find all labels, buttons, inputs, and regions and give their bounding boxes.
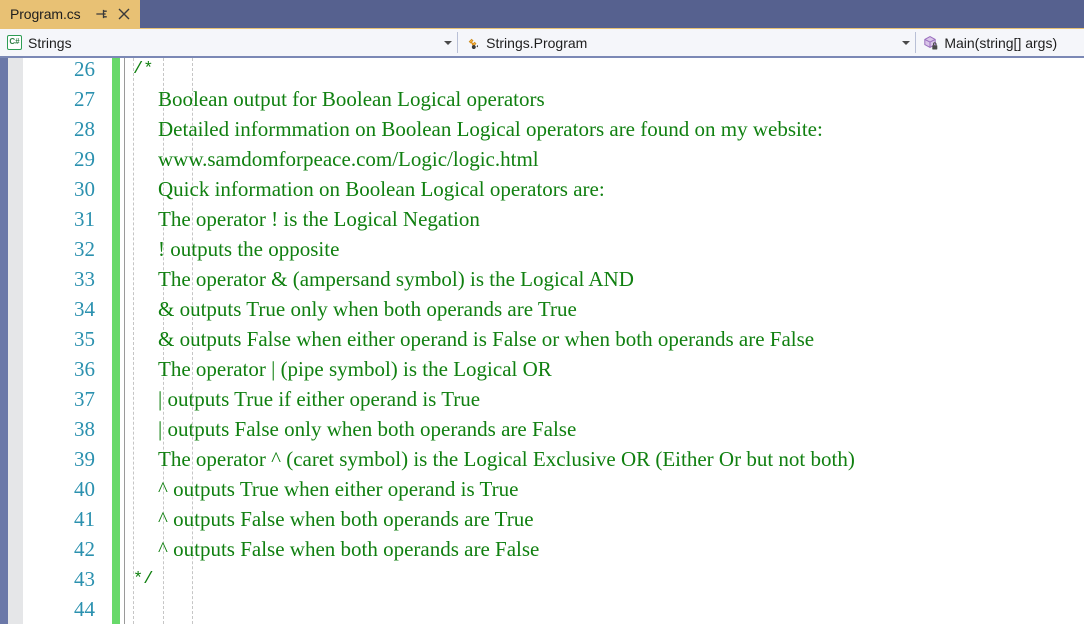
csharp-file-icon-glyph: C# bbox=[7, 34, 22, 50]
code-line[interactable]: ^ outputs True when either operand is Tr… bbox=[158, 474, 518, 504]
line-number: 26 bbox=[74, 57, 95, 81]
comment-token: The operator | (pipe symbol) is the Logi… bbox=[158, 357, 552, 381]
indent-guide bbox=[133, 58, 134, 624]
member-dropdown-label: Main(string[] args) bbox=[944, 34, 1058, 51]
line-number: 41 bbox=[74, 507, 95, 531]
comment-token: */ bbox=[133, 570, 154, 589]
comment-token: www.samdomforpeace.com/Logic/logic.html bbox=[158, 147, 539, 171]
code-line[interactable]: */ bbox=[133, 564, 153, 594]
line-number: 44 bbox=[74, 597, 95, 621]
comment-token: Boolean output for Boolean Logical opera… bbox=[158, 87, 545, 111]
line-number: 34 bbox=[74, 297, 95, 321]
document-tab-label: Program.cs bbox=[10, 6, 81, 22]
code-line[interactable]: The operator | (pipe symbol) is the Logi… bbox=[158, 354, 552, 384]
visual-studio-editor-window: Program.cs C# Strings Strings.Program Ma… bbox=[0, 0, 1084, 624]
method-private-icon bbox=[923, 35, 939, 51]
comment-token: & outputs True only when both operands a… bbox=[158, 297, 577, 321]
chevron-down-icon[interactable] bbox=[439, 29, 457, 56]
document-tab-program-cs[interactable]: Program.cs bbox=[0, 0, 140, 28]
code-line[interactable]: ! outputs the opposite bbox=[158, 234, 339, 264]
breakpoint-margin[interactable] bbox=[8, 58, 23, 624]
code-line[interactable]: Boolean output for Boolean Logical opera… bbox=[158, 84, 545, 114]
code-line[interactable]: Quick information on Boolean Logical ope… bbox=[158, 174, 605, 204]
code-line[interactable]: & outputs False when either operand is F… bbox=[158, 324, 814, 354]
project-dropdown[interactable]: C# Strings bbox=[0, 29, 458, 56]
code-line[interactable]: The operator ! is the Logical Negation bbox=[158, 204, 480, 234]
chevron-down-icon[interactable] bbox=[897, 29, 915, 56]
line-number: 37 bbox=[74, 387, 95, 411]
comment-token: ^ outputs False when both operands are T… bbox=[158, 507, 534, 531]
code-line[interactable]: & outputs True only when both operands a… bbox=[158, 294, 577, 324]
code-text-area[interactable]: /* Boolean output for Boolean Logical ope… bbox=[125, 58, 1084, 624]
line-number: 42 bbox=[74, 537, 95, 561]
comment-token: /* bbox=[133, 60, 154, 79]
line-number: 39 bbox=[74, 447, 95, 471]
comment-token: The operator ! is the Logical Negation bbox=[158, 207, 480, 231]
code-editor[interactable]: 26 27 28 29 30 31 32 33 34 35 36 37 38 39 40 41 42 43 44 /… bbox=[0, 56, 1084, 624]
comment-token: ! outputs the opposite bbox=[158, 237, 340, 261]
code-line[interactable]: | outputs True if either operand is True bbox=[158, 384, 480, 414]
line-number: 43 bbox=[74, 567, 95, 591]
code-line[interactable]: | outputs False only when both operands … bbox=[158, 414, 576, 444]
pin-icon[interactable] bbox=[94, 7, 108, 21]
comment-token: ^ outputs True when either operand is Tr… bbox=[158, 477, 519, 501]
code-line[interactable]: The operator ^ (caret symbol) is the Log… bbox=[158, 444, 855, 474]
line-number: 32 bbox=[74, 237, 95, 261]
line-number: 36 bbox=[74, 357, 95, 381]
line-number: 28 bbox=[74, 117, 95, 141]
code-line[interactable]: The operator & (ampersand symbol) is the… bbox=[158, 264, 634, 294]
type-dropdown[interactable]: Strings.Program bbox=[458, 29, 916, 56]
comment-token: ^ outputs False when both operands are F… bbox=[158, 537, 540, 561]
comment-token: The operator ^ (caret symbol) is the Log… bbox=[158, 447, 855, 471]
line-number: 30 bbox=[74, 177, 95, 201]
line-number: 38 bbox=[74, 417, 95, 441]
code-line[interactable]: ^ outputs False when both operands are T… bbox=[158, 504, 534, 534]
code-navigation-bar: C# Strings Strings.Program Main(string[]… bbox=[0, 28, 1084, 56]
document-tab-strip: Program.cs bbox=[0, 0, 1084, 28]
code-line[interactable]: ^ outputs False when both operands are F… bbox=[158, 534, 539, 564]
line-number: 40 bbox=[74, 477, 95, 501]
line-number: 27 bbox=[74, 87, 95, 111]
class-icon bbox=[465, 35, 481, 51]
line-number: 35 bbox=[74, 327, 95, 351]
change-tracking-bar bbox=[112, 58, 120, 624]
comment-token: Quick information on Boolean Logical ope… bbox=[158, 177, 605, 201]
line-number: 29 bbox=[74, 147, 95, 171]
code-line[interactable]: www.samdomforpeace.com/Logic/logic.html bbox=[158, 144, 539, 174]
comment-token: The operator & (ampersand symbol) is the… bbox=[158, 267, 634, 291]
code-line[interactable]: /* bbox=[133, 58, 153, 84]
comment-token: & outputs False when either operand is F… bbox=[158, 327, 815, 351]
close-icon[interactable] bbox=[117, 7, 131, 21]
member-dropdown[interactable]: Main(string[] args) bbox=[916, 29, 1084, 56]
line-number: 31 bbox=[74, 207, 95, 231]
project-dropdown-label: Strings bbox=[28, 34, 72, 51]
line-number-gutter: 26 27 28 29 30 31 32 33 34 35 36 37 38 39 40 41 42 43 44 bbox=[23, 57, 105, 624]
selection-margin[interactable] bbox=[0, 58, 8, 624]
comment-token: | outputs True if either operand is True bbox=[158, 387, 481, 411]
line-number: 33 bbox=[74, 267, 95, 291]
comment-token: | outputs False only when both operands … bbox=[158, 417, 577, 441]
code-line[interactable]: Detailed informmation on Boolean Logical… bbox=[158, 114, 823, 144]
csharp-file-icon: C# bbox=[7, 34, 23, 51]
type-dropdown-label: Strings.Program bbox=[486, 34, 588, 51]
comment-token: Detailed informmation on Boolean Logical… bbox=[158, 117, 823, 141]
